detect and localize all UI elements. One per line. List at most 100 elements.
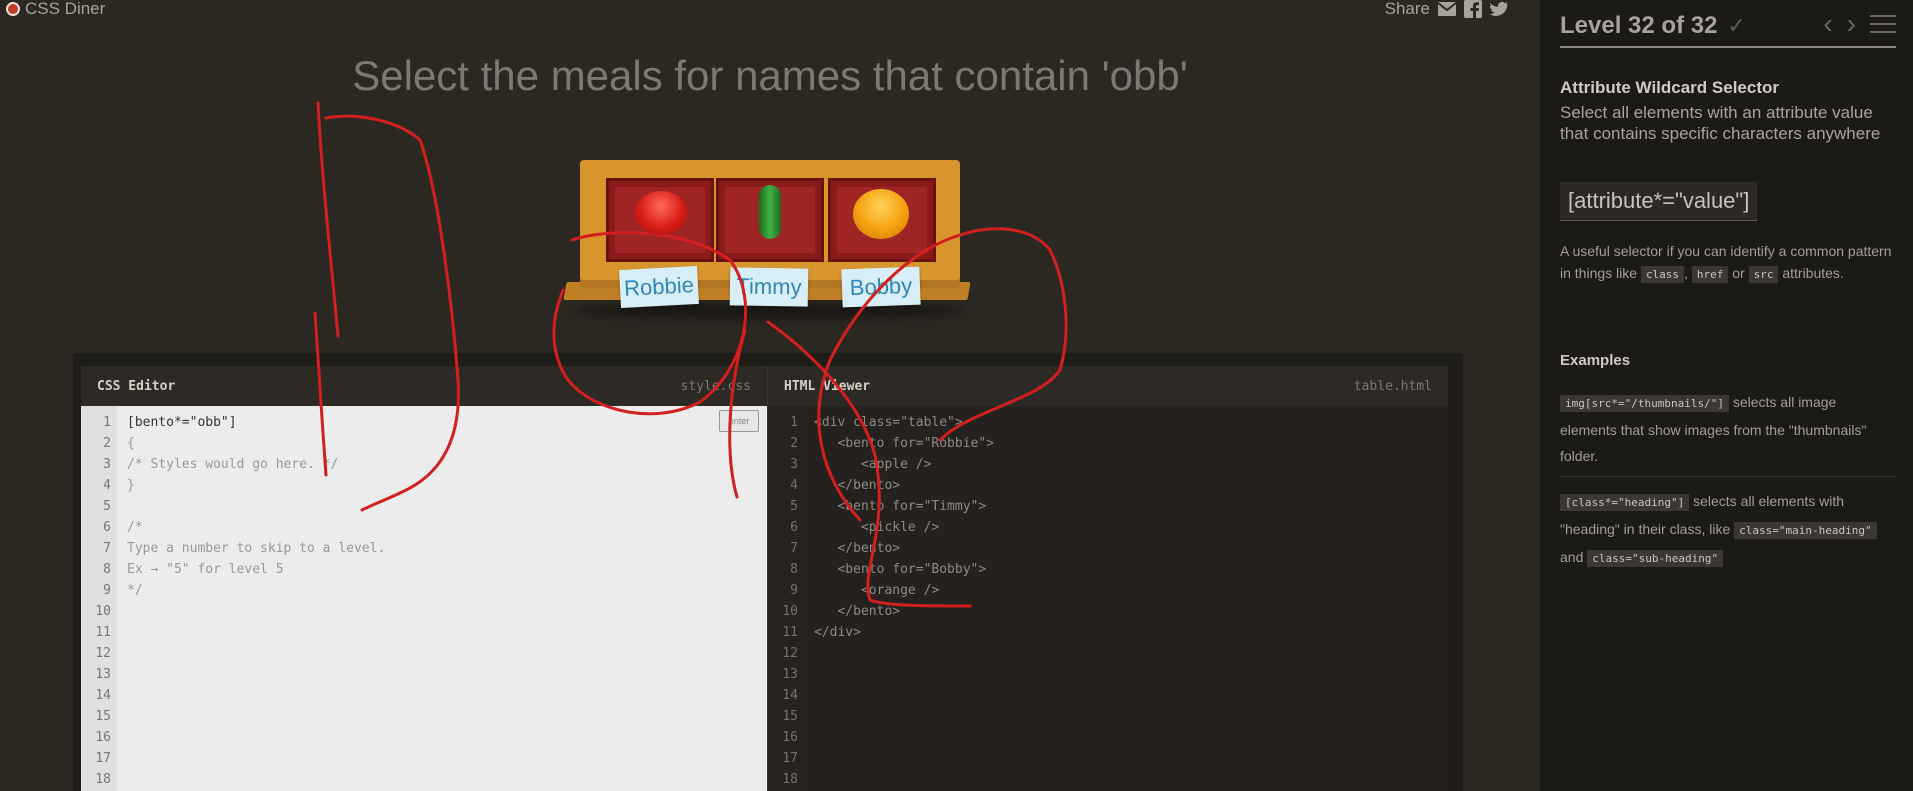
line-number: 7: [790, 541, 798, 556]
share-bar: Share: [1385, 0, 1508, 18]
css-line-numbers: 1 2 3 4 5 6 7 8 9 10 11 12 13 14 15 16 17 18: [81, 406, 117, 791]
css-editor-title: CSS Editor: [97, 378, 176, 394]
name-tag-robbie: Robbie: [619, 265, 699, 309]
html-viewer-header: HTML Viewer table.html: [768, 366, 1448, 406]
code-line: <div class="table">: [814, 415, 963, 430]
line-number: 16: [95, 730, 111, 745]
example-item: img[src*="/thumbnails/"] selects all ima…: [1560, 389, 1896, 469]
line-number: 1: [790, 415, 798, 430]
code-line: </div>: [814, 625, 861, 640]
table: Robbie Timmy Bobby: [563, 158, 971, 319]
line-number: 15: [95, 709, 111, 724]
next-level-icon[interactable]: ›: [1847, 10, 1856, 38]
name-tag-bobby: Bobby: [841, 266, 921, 308]
line-number: 13: [95, 667, 111, 682]
line-number: 11: [95, 625, 111, 640]
code-line: Ex → "5" for level 5: [127, 562, 284, 577]
line-number: 12: [782, 646, 798, 661]
example-item: [class*="heading"] selects all elements …: [1560, 488, 1896, 572]
line-number: 18: [95, 772, 111, 787]
hint-separator: or: [1728, 265, 1749, 281]
css-code-area[interactable]: [bento*="obb"] { /* Styles would go here. …: [117, 406, 767, 791]
code-line: /* Styles would go here. */: [127, 457, 339, 472]
order-title: Select the meals for names that contain …: [352, 52, 1188, 99]
code-line: */: [127, 583, 143, 598]
apple[interactable]: [635, 191, 687, 235]
level-header: Level 32 of 32 ✓ ‹ ›: [1560, 6, 1896, 46]
hint-code-src: src: [1748, 266, 1779, 283]
code-line: <apple />: [814, 457, 932, 472]
mail-icon[interactable]: [1438, 0, 1456, 18]
code-line: <bento for="Bobby">: [814, 562, 987, 577]
orange[interactable]: [853, 189, 909, 239]
level-sidebar: Level 32 of 32 ✓ ‹ › Attribute Wildcard …: [1540, 0, 1913, 791]
example-code: class="main-heading": [1734, 522, 1877, 539]
line-number: 5: [103, 499, 111, 514]
selector-title: Select all elements with an attribute va…: [1560, 103, 1881, 143]
code-line: </bento>: [814, 604, 901, 619]
html-file-name: table.html: [1353, 378, 1432, 394]
enter-button[interactable]: enter: [719, 410, 759, 432]
level-nav: ‹ ›: [1823, 10, 1896, 38]
pickle[interactable]: [759, 185, 781, 239]
example-code: [class*="heading"]: [1560, 494, 1690, 511]
selector-name: Attribute Wildcard Selector: [1560, 78, 1779, 97]
line-number: 9: [103, 583, 111, 598]
hint-text: attributes.: [1778, 265, 1844, 281]
logo-label: CSS Diner: [25, 0, 106, 18]
share-label: Share: [1384, 0, 1430, 18]
twitter-icon[interactable]: [1490, 0, 1508, 18]
previous-level-icon[interactable]: ‹: [1823, 10, 1832, 38]
code-line: /*: [127, 520, 143, 535]
example-code: img[src*="/thumbnails/"]: [1560, 395, 1729, 412]
line-number: 18: [782, 772, 798, 787]
examples-heading: Examples: [1560, 352, 1631, 369]
html-code-area[interactable]: <div class="table"> <bento for="Robbie">…: [804, 406, 1448, 791]
css-file-name: style.css: [680, 378, 751, 394]
line-number: 3: [103, 457, 111, 472]
example-code: class="sub-heading": [1587, 550, 1724, 567]
line-number: 11: [782, 625, 798, 640]
line-number: 17: [95, 751, 111, 766]
selector-hint: A useful selector if you can identify a …: [1560, 240, 1896, 286]
hint-code-class: class: [1640, 266, 1685, 283]
code-line: <pickle />: [814, 520, 940, 535]
line-number: 1: [103, 415, 111, 430]
line-number: 15: [782, 709, 798, 724]
line-number: 4: [103, 478, 111, 493]
selector-syntax: [attribute*="value"]: [1560, 182, 1758, 221]
css-editor-pane: CSS Editor style.css 1 2 3 4 5 6 7 8 9 10 11 12 13 14…: [81, 366, 767, 791]
line-number: 3: [790, 457, 798, 472]
html-viewer-pane: HTML Viewer table.html 1 2 3 4 5 6 7 8 9 10 11 12 13…: [767, 366, 1448, 791]
line-number: 6: [790, 520, 798, 535]
html-viewer-title: HTML Viewer: [784, 378, 871, 394]
code-line: <orange />: [814, 583, 940, 598]
line-number: 14: [782, 688, 798, 703]
code-line: {: [127, 436, 135, 451]
line-number: 13: [782, 667, 798, 682]
line-number: 6: [103, 520, 111, 535]
bento-bobby[interactable]: [828, 178, 936, 262]
line-number: 2: [103, 436, 111, 451]
line-number: 8: [103, 562, 111, 577]
game-area: CSS Diner Share Select the meals for nam…: [0, 0, 1540, 791]
logo[interactable]: CSS Diner: [6, 0, 105, 18]
table-top: Robbie Timmy Bobby: [580, 160, 960, 309]
html-line-numbers: 1 2 3 4 5 6 7 8 9 10 11 12 13 14 15 16 17 18: [768, 406, 804, 791]
bento-robbie[interactable]: [606, 178, 714, 262]
editor: CSS Editor style.css 1 2 3 4 5 6 7 8 9 10 11 12 13 14…: [73, 353, 1463, 791]
bento-timmy[interactable]: [716, 178, 824, 262]
facebook-icon[interactable]: [1464, 0, 1482, 18]
line-number: 5: [790, 499, 798, 514]
name-tag-timmy: Timmy: [729, 267, 809, 307]
code-line: }: [127, 478, 135, 493]
code-line: <bento for="Robbie">: [814, 436, 995, 451]
examples-divider: [1560, 476, 1896, 477]
level-indicator[interactable]: Level 32 of 32: [1560, 12, 1717, 40]
level-menu-icon[interactable]: [1870, 15, 1896, 33]
logo-icon: [6, 2, 20, 16]
line-number: 2: [790, 436, 798, 451]
css-editor-header: CSS Editor style.css: [81, 366, 767, 406]
css-selector-input[interactable]: [bento*="obb"]: [127, 412, 767, 433]
